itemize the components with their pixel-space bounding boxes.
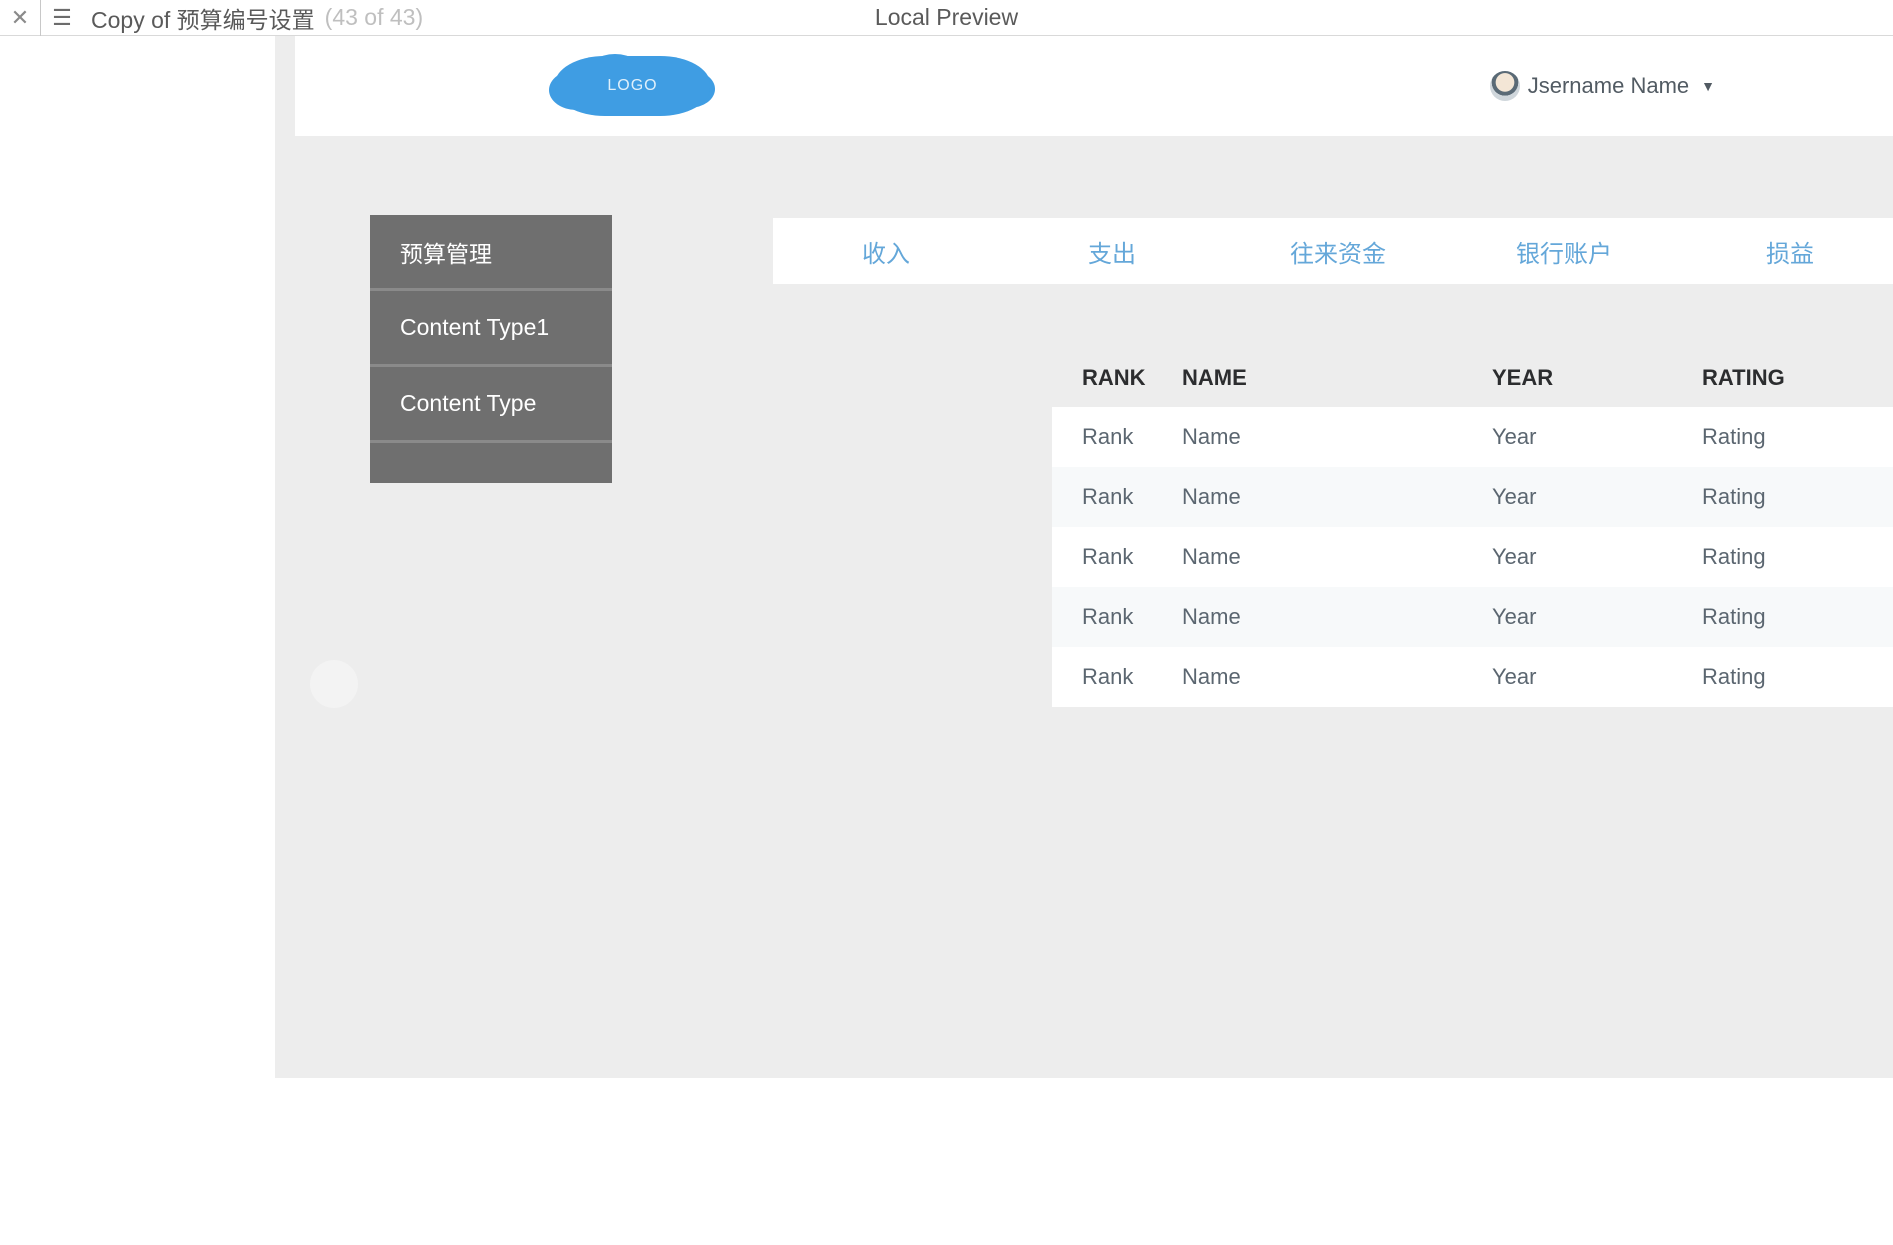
sidebar-item-content-type[interactable]: Content Type <box>370 367 612 443</box>
tab-expense[interactable]: 支出 <box>999 234 1225 269</box>
preview-stage: LOGO Jsername Name ▼ 预算管理 Content Type1 … <box>275 36 1893 1078</box>
chevron-down-icon: ▼ <box>1701 78 1715 94</box>
cell-year: Year <box>1492 604 1702 630</box>
cell-rating: Rating <box>1702 544 1862 570</box>
cell-rating: Rating <box>1702 604 1862 630</box>
cell-year: Year <box>1492 424 1702 450</box>
col-name: NAME <box>1182 365 1492 391</box>
table-row[interactable]: RankNameYearRating <box>1052 407 1893 467</box>
chat-bubble-icon[interactable] <box>310 660 358 708</box>
preview-mode-label: Local Preview <box>875 4 1018 31</box>
data-table: RANK NAME YEAR RATING RankNameYearRating… <box>1052 349 1893 707</box>
logo-text: LOGO <box>555 56 710 116</box>
col-rank: RANK <box>1082 365 1182 391</box>
sidebar-item-empty[interactable] <box>370 443 612 483</box>
sidebar-item-label: Content Type <box>400 390 536 417</box>
tab-receivables[interactable]: 往来资金 <box>1225 234 1451 269</box>
sidebar-item-label: Content Type1 <box>400 314 549 341</box>
tab-income[interactable]: 收入 <box>773 234 999 269</box>
table-row[interactable]: RankNameYearRating <box>1052 467 1893 527</box>
sidebar-item-label: 预算管理 <box>400 235 492 269</box>
cell-name: Name <box>1182 664 1492 690</box>
table-row[interactable]: RankNameYearRating <box>1052 527 1893 587</box>
app-header: LOGO Jsername Name ▼ <box>295 36 1893 136</box>
sidebar-item-content-type-1[interactable]: Content Type1 <box>370 291 612 367</box>
logo[interactable]: LOGO <box>555 56 710 116</box>
cell-year: Year <box>1492 484 1702 510</box>
cell-year: Year <box>1492 544 1702 570</box>
editor-topbar: ✕ ☰ Copy of 预算编号设置 (43 of 43) Local Prev… <box>0 0 1893 36</box>
page-title: Copy of 预算编号设置 <box>91 1 315 35</box>
tab-profit-loss[interactable]: 损益 <box>1677 234 1893 269</box>
cell-rank: Rank <box>1082 604 1182 630</box>
cell-name: Name <box>1182 424 1492 450</box>
cell-rating: Rating <box>1702 424 1862 450</box>
user-menu[interactable]: Jsername Name ▼ <box>1490 36 1715 136</box>
page-counter: (43 of 43) <box>325 4 423 31</box>
menu-icon[interactable]: ☰ <box>41 5 83 31</box>
cell-rank: Rank <box>1082 544 1182 570</box>
cell-rating: Rating <box>1702 484 1862 510</box>
cell-name: Name <box>1182 604 1492 630</box>
cell-name: Name <box>1182 544 1492 570</box>
cell-rank: Rank <box>1082 484 1182 510</box>
close-icon[interactable]: ✕ <box>0 5 40 31</box>
avatar <box>1490 71 1520 101</box>
tab-bank-accounts[interactable]: 银行账户 <box>1451 234 1677 269</box>
table-row[interactable]: RankNameYearRating <box>1052 647 1893 707</box>
cell-rank: Rank <box>1082 664 1182 690</box>
cell-rank: Rank <box>1082 424 1182 450</box>
cell-year: Year <box>1492 664 1702 690</box>
content-area: 预算管理 Content Type1 Content Type 收入 支出 往来… <box>295 140 1893 1078</box>
col-year: YEAR <box>1492 365 1702 391</box>
col-rating: RATING <box>1702 365 1862 391</box>
cell-name: Name <box>1182 484 1492 510</box>
sidebar-item-budget-mgmt[interactable]: 预算管理 <box>370 215 612 291</box>
table-row[interactable]: RankNameYearRating <box>1052 587 1893 647</box>
cell-rating: Rating <box>1702 664 1862 690</box>
sidebar: 预算管理 Content Type1 Content Type <box>370 215 612 483</box>
tab-strip: 收入 支出 往来资金 银行账户 损益 <box>773 218 1893 284</box>
table-header: RANK NAME YEAR RATING <box>1052 349 1893 407</box>
user-name: Jsername Name <box>1528 73 1689 99</box>
